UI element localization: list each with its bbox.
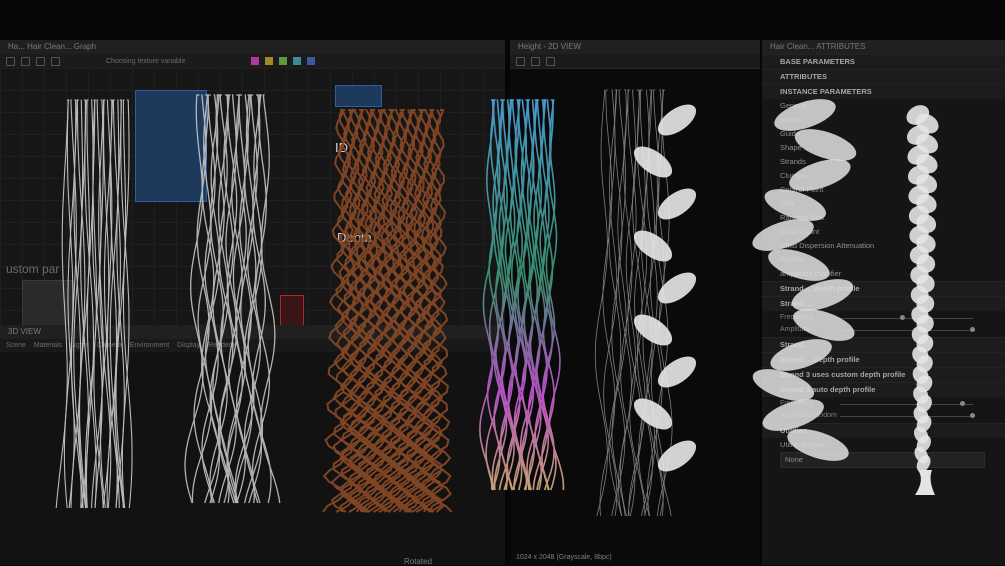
swatch-blue[interactable] (307, 57, 316, 65)
view3d-menu: Scene Materials Lights Camera Environmen… (0, 339, 505, 352)
attr-control-point[interactable]: Control Point (762, 183, 1005, 197)
strand-row-5[interactable]: Strand 3 uses custom depth profile (762, 367, 1005, 382)
strand-row-4[interactable]: Strand ... depth profile (762, 352, 1005, 367)
section-attributes[interactable]: ATTRIBUTES (762, 69, 1005, 84)
node-box-1[interactable] (135, 90, 207, 202)
save-icon[interactable] (516, 56, 525, 66)
swatch-magenta[interactable] (251, 57, 260, 65)
slider-label: Amplitude (780, 326, 812, 333)
graph-side-text: ustom par (6, 262, 60, 276)
zoom-icon[interactable] (546, 56, 555, 66)
strand-row-2[interactable]: Strand ... (762, 296, 1005, 311)
menu-scene[interactable]: Scene (6, 342, 26, 349)
slider-label: Amplitude random (780, 412, 837, 419)
attr-guide[interactable]: Guide (762, 127, 1005, 141)
attr-amplitude-modifier[interactable]: amplitude modifier (762, 267, 1005, 281)
link-icon[interactable] (36, 56, 45, 66)
swatch-yellow[interactable] (265, 57, 274, 65)
attr-inputs[interactable]: Inputs (762, 113, 1005, 127)
menu-renderer[interactable]: Renderer (208, 342, 237, 349)
view2d-toolbar (510, 54, 760, 69)
menu-environment[interactable]: Environment (130, 342, 169, 349)
node-label-depth: Depth (337, 230, 372, 245)
attr-random-drift[interactable]: Random Drift (762, 211, 1005, 225)
slider-frequency-2[interactable]: Frequency (780, 399, 983, 409)
swatch-cyan[interactable] (293, 57, 302, 65)
node-box-2[interactable] (335, 85, 382, 107)
view2d-panel: Height - 2D VIEW 1024 x 2048 (Grayscale,… (510, 40, 760, 565)
view2d-footer: 1024 x 2048 (Grayscale, 8bpc) (516, 554, 612, 561)
swatch-green[interactable] (279, 57, 288, 65)
align-icon[interactable] (51, 56, 60, 66)
view2d-title: Height - 2D VIEW (510, 40, 760, 54)
view3d-title: 3D VIEW (0, 325, 505, 339)
node-box-4[interactable] (280, 295, 304, 325)
graph-grid (0, 68, 505, 325)
attr-profiles[interactable]: Profiles (762, 253, 1005, 267)
attr-child-count[interactable]: Child Count (762, 225, 1005, 239)
menu-camera[interactable]: Camera (97, 342, 122, 349)
node-box-3[interactable] (22, 280, 74, 325)
slider-amplitude-random[interactable]: Amplitude random (780, 411, 983, 421)
attr-utility-display: Utility display (780, 440, 824, 449)
menu-lights[interactable]: Lights (70, 342, 89, 349)
attr-drift[interactable]: Drift (762, 197, 1005, 211)
strand-row-3[interactable]: Strand ... (762, 337, 1005, 352)
node-label-id: ID (335, 140, 348, 155)
attr-clumps[interactable]: Clumps (762, 169, 1005, 183)
strand-row-1[interactable]: Strand ... depth profile (762, 281, 1005, 296)
frame-icon[interactable] (21, 56, 30, 66)
strand-row-6[interactable]: Strand 3 auto depth profile (762, 382, 1005, 397)
section-utilities[interactable]: Utilities (762, 423, 1005, 438)
channels-icon[interactable] (531, 56, 540, 66)
graph-title: Ha... Hair Clean... Graph (0, 40, 505, 54)
attributes-title: Hair Clean... ATTRIBUTES (762, 40, 1005, 54)
section-base-parameters[interactable]: BASE PARAMETERS (762, 54, 1005, 69)
graph-toolbar: Choosing texture variable (0, 54, 505, 69)
view3d-panel: 3D VIEW Scene Materials Lights Camera En… (0, 325, 505, 565)
slider-frequency[interactable]: Frequency (780, 313, 983, 323)
slider-label: Frequency (780, 400, 814, 407)
utility-display-select[interactable]: None (780, 452, 985, 468)
attr-shape[interactable]: Shape (762, 141, 1005, 155)
select-icon[interactable] (6, 56, 15, 66)
section-instance-parameters[interactable]: INSTANCE PARAMETERS (762, 84, 1005, 99)
menu-display[interactable]: Display (177, 342, 200, 349)
attr-general[interactable]: General (762, 99, 1005, 113)
menu-materials[interactable]: Materials (34, 342, 62, 349)
graph-dropdown[interactable]: Choosing texture variable (106, 58, 185, 65)
attributes-panel: Hair Clean... ATTRIBUTES BASE PARAMETERS… (762, 40, 1005, 565)
slider-label: Frequency (780, 314, 814, 321)
attr-child-dispersion[interactable]: Child Dispersion Attenuation (762, 239, 1005, 253)
graph-panel: Ha... Hair Clean... Graph Choosing textu… (0, 40, 505, 325)
attr-strands[interactable]: Strands (762, 155, 1005, 169)
slider-amplitude[interactable]: Amplitude (780, 325, 983, 335)
